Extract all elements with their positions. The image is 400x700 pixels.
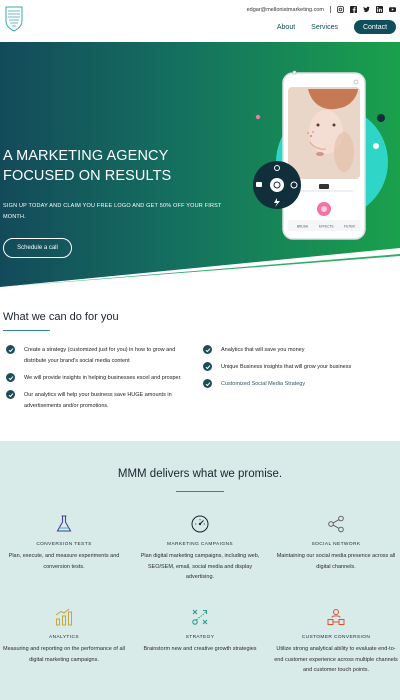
service-description: Measuring and reporting on the performan… bbox=[3, 646, 125, 663]
phone-tab-brush: BRUSH bbox=[297, 225, 309, 229]
network-icon bbox=[328, 515, 344, 533]
services-section: MMM delivers what we promise. CONVERSION… bbox=[0, 441, 400, 700]
header-email[interactable]: edgar@mellonistmarketing.com bbox=[247, 7, 324, 13]
gauge-icon bbox=[191, 515, 209, 533]
feature-item: We will provide insights in helping busi… bbox=[6, 373, 191, 384]
main-nav: About Services Contact bbox=[277, 20, 396, 34]
phone-tab-filter: FILTER bbox=[344, 225, 355, 229]
service-description: Brainstorm new and creative growth strat… bbox=[143, 646, 257, 652]
feature-text: Our analytics will help your business sa… bbox=[24, 392, 172, 409]
service-strategy: STRATEGY Brainstorm new and creative gro… bbox=[136, 607, 264, 655]
service-label: CONVERSION TESTS bbox=[36, 542, 92, 547]
feature-text: Unique Business insights that will grow … bbox=[221, 364, 352, 370]
feature-text: Analytics that will save you money bbox=[221, 347, 305, 353]
service-label: CUSTOMER CONVERSION bbox=[301, 635, 371, 640]
company-logo[interactable] bbox=[4, 5, 24, 32]
linkedin-icon[interactable] bbox=[376, 6, 383, 13]
service-marketing-campaigns: MARKETING CAMPAIGNS Plan digital marketi… bbox=[136, 514, 264, 583]
service-label: ANALYTICS bbox=[49, 635, 79, 640]
phone-illustration: BRUSH EFFECTS FILTER bbox=[253, 70, 388, 240]
service-conversion-tests: CONVERSION TESTS Plan, execute, and meas… bbox=[0, 514, 128, 572]
feature-item: Create a strategy (customized just for y… bbox=[6, 345, 191, 366]
nav-services[interactable]: Services bbox=[311, 24, 338, 31]
check-icon bbox=[203, 345, 212, 354]
service-social-network: SOCIAL NETWORK Maintaining our social me… bbox=[272, 514, 400, 572]
service-label: MARKETING CAMPAIGNS bbox=[167, 542, 233, 547]
instagram-icon[interactable] bbox=[337, 6, 344, 13]
nav-about[interactable]: About bbox=[277, 24, 295, 31]
check-icon bbox=[203, 362, 212, 371]
contact-button[interactable]: Contact bbox=[354, 20, 396, 34]
divider bbox=[330, 6, 331, 13]
hero-title-line1: A MARKETING AGENCY bbox=[3, 148, 169, 164]
service-label: SOCIAL NETWORK bbox=[311, 542, 361, 547]
feature-text: We will provide insights in helping busi… bbox=[24, 375, 182, 381]
feature-item: Our analytics will help your business sa… bbox=[6, 390, 181, 411]
top-contact-bar: edgar@mellonistmarketing.com bbox=[247, 6, 396, 13]
schedule-call-button[interactable]: Schedule a call bbox=[3, 238, 72, 258]
service-description: Utilize strong analytical ability to eva… bbox=[274, 646, 398, 673]
hero-subtitle: SIGN UP TODAY AND CLAIM YOU FREE LOGO AN… bbox=[3, 203, 222, 220]
service-customer-conversion: CUSTOMER CONVERSION Utilize strong analy… bbox=[272, 607, 400, 676]
service-description: Plan, execute, and measure experiments a… bbox=[8, 553, 120, 570]
twitter-icon[interactable] bbox=[363, 6, 370, 13]
site-header: edgar@mellonistmarketing.com About Servi… bbox=[0, 0, 400, 42]
section-title-promise: MMM delivers what we promise. bbox=[117, 468, 283, 480]
strategy-icon bbox=[192, 609, 208, 625]
title-underline bbox=[176, 491, 224, 492]
check-icon bbox=[203, 379, 212, 388]
feature-item: Unique Business insights that will grow … bbox=[203, 362, 393, 373]
service-analytics: ANALYTICS Measuring and reporting on the… bbox=[0, 607, 128, 665]
facebook-icon[interactable] bbox=[350, 6, 357, 13]
title-underline bbox=[3, 330, 50, 331]
youtube-icon[interactable] bbox=[389, 6, 396, 13]
feature-text: Create a strategy (customized just for y… bbox=[24, 347, 176, 364]
check-icon bbox=[6, 390, 15, 399]
service-label: STRATEGY bbox=[185, 635, 215, 640]
flask-icon bbox=[56, 515, 72, 532]
bar-chart-icon bbox=[55, 608, 72, 626]
hero-title-line2: FOCUSED ON RESULTS bbox=[3, 168, 172, 184]
customer-icon bbox=[327, 609, 345, 625]
feature-text: Customized Social Media Strategy bbox=[221, 381, 306, 387]
hero-title: A MARKETING AGENCY FOCUSED ON RESULTS bbox=[3, 146, 203, 186]
service-description: Maintaining our social media presence ac… bbox=[276, 553, 396, 570]
section-title-what-we-do: What we can do for you bbox=[3, 311, 119, 323]
feature-item: Customized Social Media Strategy bbox=[203, 379, 393, 390]
check-icon bbox=[6, 345, 15, 354]
service-description: Plan digital marketing campaigns, includ… bbox=[140, 553, 260, 580]
phone-tab-effects: EFFECTS bbox=[319, 225, 334, 229]
check-icon bbox=[6, 373, 15, 382]
feature-item: Analytics that will save you money bbox=[203, 345, 393, 356]
